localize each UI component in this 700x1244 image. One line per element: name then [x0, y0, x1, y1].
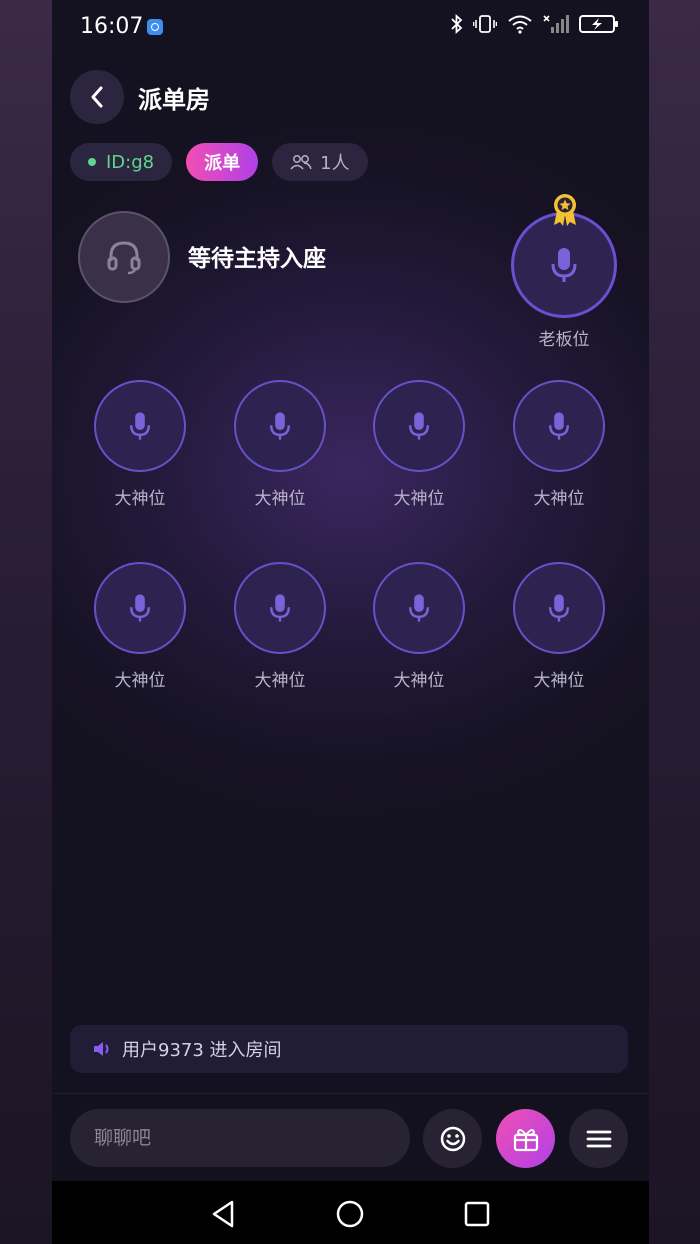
gift-button[interactable]: [496, 1109, 555, 1168]
god-seat-3[interactable]: 大神位: [359, 380, 479, 509]
seat-label: 大神位: [533, 489, 585, 509]
seat-avatar[interactable]: [234, 562, 326, 654]
god-seat-1[interactable]: 大神位: [80, 380, 200, 509]
notice-text: 用户9373 进入房间: [122, 1040, 282, 1061]
room-tags: ID:g8 派单 1人: [70, 143, 368, 181]
bluetooth-icon: [451, 14, 463, 34]
god-seat-5[interactable]: 大神位: [80, 562, 200, 691]
status-bar: 16:07: [52, 0, 649, 56]
seat-avatar[interactable]: [513, 380, 605, 472]
headset-icon: [107, 241, 141, 275]
boss-seat-label: 老板位: [538, 330, 590, 350]
emoji-button[interactable]: [423, 1109, 482, 1168]
seat-label: 大神位: [254, 671, 306, 691]
back-button[interactable]: [70, 70, 124, 124]
back-arrow-icon: [91, 86, 103, 108]
menu-icon: [586, 1130, 611, 1147]
chat-input[interactable]: [70, 1109, 410, 1167]
people-icon: [290, 155, 312, 170]
god-seat-8[interactable]: 大神位: [499, 562, 619, 691]
circle-home-icon: [336, 1200, 364, 1228]
square-recents-icon: [464, 1201, 490, 1227]
background-left-edge: [0, 0, 52, 1244]
system-notice: 用户9373 进入房间: [70, 1025, 628, 1073]
status-time: 16:07: [80, 14, 144, 39]
seat-avatar[interactable]: [373, 380, 465, 472]
seat-avatar[interactable]: [234, 380, 326, 472]
phone-screen: 16:07 派单房 ID:g8 派单 1人 等待主持入座 老板位 大神位 大神位…: [52, 0, 649, 1244]
speaker-icon: [94, 1042, 109, 1056]
seat-avatar[interactable]: [373, 562, 465, 654]
microphone-icon: [409, 594, 429, 622]
microphone-icon: [549, 594, 569, 622]
god-seat-2[interactable]: 大神位: [220, 380, 340, 509]
host-status-text: 等待主持入座: [188, 246, 326, 272]
signal-icon: [543, 15, 569, 33]
nav-back-button[interactable]: [203, 1194, 243, 1234]
seat-label: 大神位: [533, 671, 585, 691]
microphone-icon: [270, 412, 290, 440]
emoji-icon: [440, 1126, 465, 1151]
god-seat-4[interactable]: 大神位: [499, 380, 619, 509]
battery-icon: [579, 15, 618, 33]
app-notification-icon: [147, 19, 163, 35]
wifi-icon: [508, 15, 532, 34]
seat-avatar[interactable]: [513, 562, 605, 654]
online-count-text: 1人: [320, 153, 350, 174]
god-seat-6[interactable]: 大神位: [220, 562, 340, 691]
status-icons: [451, 14, 619, 34]
microphone-icon: [549, 412, 569, 440]
seat-avatar[interactable]: [94, 562, 186, 654]
microphone-icon: [551, 248, 577, 282]
medal-icon: [554, 194, 576, 226]
menu-button[interactable]: [569, 1109, 628, 1168]
dispatch-tag[interactable]: 派单: [186, 143, 259, 181]
seat-label: 大神位: [393, 489, 445, 509]
seat-label: 大神位: [114, 489, 166, 509]
seat-label: 大神位: [393, 671, 445, 691]
microphone-icon: [270, 594, 290, 622]
online-count-tag[interactable]: 1人: [272, 143, 368, 181]
host-seat[interactable]: [78, 211, 170, 303]
seat-label: 大神位: [254, 489, 306, 509]
gift-icon: [513, 1128, 538, 1151]
room-id-text: ID:g8: [106, 151, 155, 173]
boss-seat[interactable]: [511, 212, 617, 318]
vibrate-icon: [473, 15, 497, 33]
microphone-icon: [130, 594, 150, 622]
bottom-action-bar: [52, 1093, 649, 1182]
page-title: 派单房: [138, 86, 210, 114]
background-right-edge: [648, 0, 700, 1244]
system-navigation-bar: [52, 1181, 649, 1244]
nav-recents-button[interactable]: [457, 1194, 497, 1234]
seat-label: 大神位: [114, 671, 166, 691]
microphone-icon: [409, 412, 429, 440]
room-id-tag: ID:g8: [70, 143, 173, 181]
online-dot-icon: [88, 158, 96, 166]
god-seat-7[interactable]: 大神位: [359, 562, 479, 691]
nav-home-button[interactable]: [330, 1194, 370, 1234]
triangle-back-icon: [212, 1200, 234, 1228]
microphone-icon: [130, 412, 150, 440]
seat-avatar[interactable]: [94, 380, 186, 472]
